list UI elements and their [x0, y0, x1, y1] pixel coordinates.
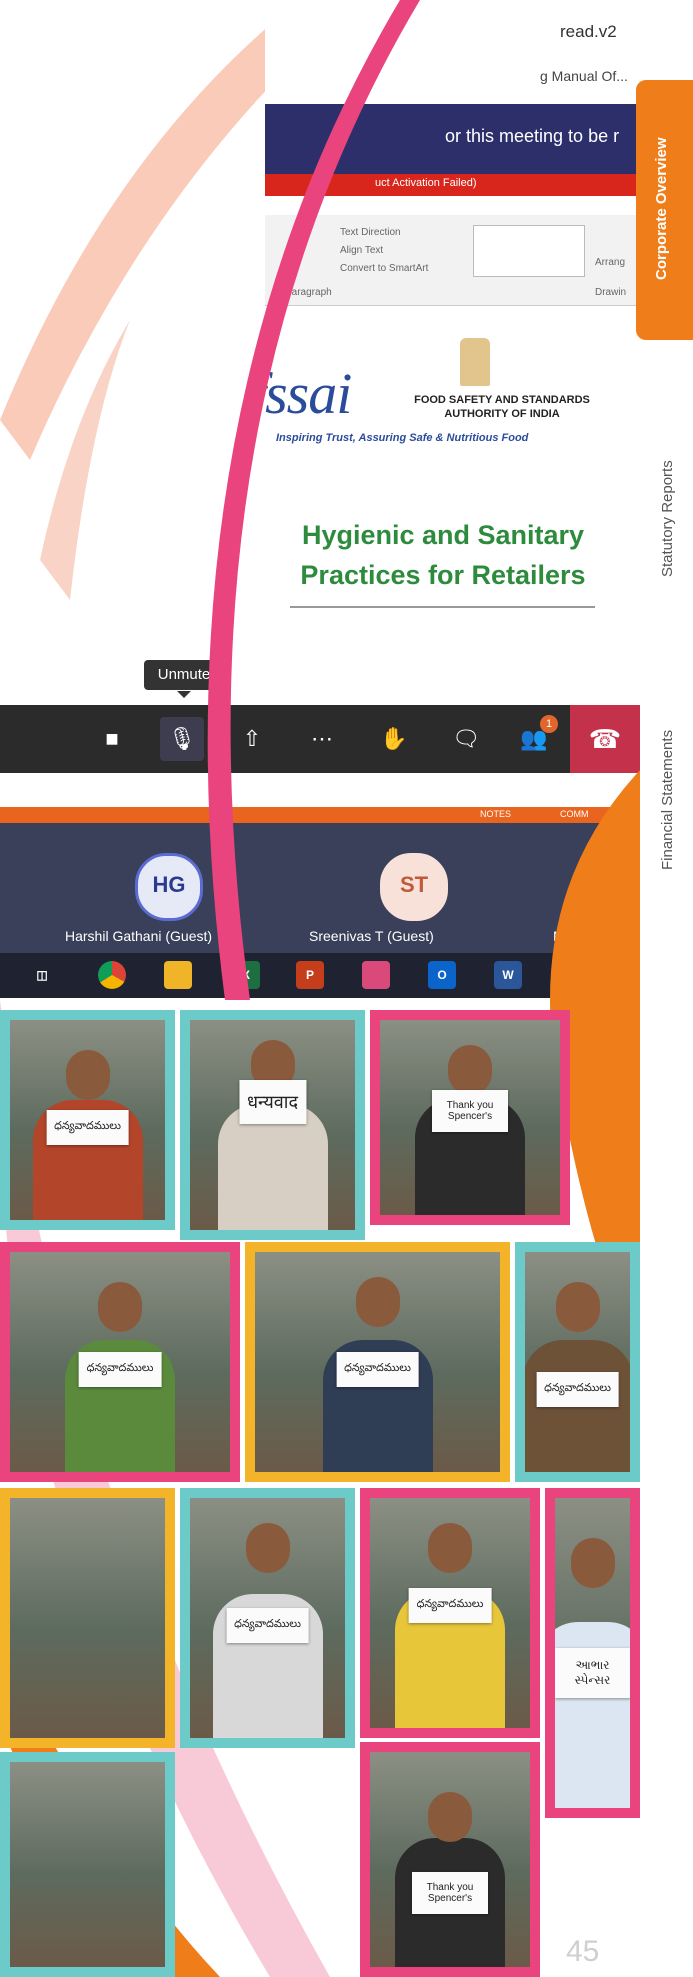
photo-frame: ధన్యవాదములు [180, 1488, 355, 1748]
head [355, 1277, 400, 1327]
photo: ధన్యవాదములు [190, 1498, 345, 1738]
nav-tab-financial-statements[interactable]: Financial Statements [659, 730, 676, 870]
thank-you-sign: આભાર સ્પેન્સર [555, 1648, 630, 1698]
photo: Thank you Spencer's [370, 1752, 530, 1967]
page-number: 45 [566, 1935, 600, 1968]
head [448, 1045, 492, 1095]
photo-frame: Thank you Spencer's [360, 1742, 540, 1977]
thank-you-sign: ధన్యవాదములు [78, 1352, 162, 1387]
nav-label-corporate-overview: Corporate Overview [653, 137, 670, 280]
thank-you-sign: ధన్యవాదములు [408, 1588, 492, 1623]
head [555, 1282, 600, 1332]
head [428, 1523, 472, 1573]
thank-you-collage: ధన్యవాదములు धन्यवाद Thank you Spencer's … [0, 1010, 640, 1977]
photo: धन्यवाद [190, 1020, 355, 1230]
thank-you-sign: ధన్యవాదములు [336, 1352, 419, 1387]
photo-frame: ధన్యవాదములు [0, 1242, 240, 1482]
photo: ధన్యవాదములు [10, 1252, 230, 1472]
photo-frame: Thank you Spencer's [370, 1010, 570, 1225]
photo: ధన్యవాదములు [525, 1252, 630, 1472]
photo-frame [0, 1752, 175, 1977]
nav-tab-statutory-reports[interactable]: Statutory Reports [659, 460, 676, 577]
thank-you-sign: धन्यवाद [238, 1080, 307, 1124]
photo [10, 1762, 165, 1967]
head [428, 1792, 472, 1842]
head [98, 1282, 142, 1332]
photo: ధన్యవాదములు [10, 1020, 165, 1220]
head [65, 1050, 110, 1100]
thank-you-sign: ధన్యవాదములు [46, 1110, 129, 1145]
photo-frame: ధన్యవాదములు [0, 1010, 175, 1230]
photo-frame: આભાર સ્પેન્સર [545, 1488, 640, 1818]
photo-frame: ధన్యవాదములు [360, 1488, 540, 1738]
thank-you-sign: Thank you Spencer's [412, 1872, 488, 1914]
head [570, 1538, 615, 1588]
thank-you-sign: ధన్యవాదములు [536, 1372, 619, 1407]
thank-you-sign: ధన్యవాదములు [226, 1608, 309, 1643]
photo-frame: ధన్యవాదములు [245, 1242, 510, 1482]
nav-tab-corporate-overview[interactable]: Corporate Overview [636, 80, 693, 340]
photo [10, 1498, 165, 1738]
head [245, 1523, 290, 1573]
photo: ధన్యవాదములు [370, 1498, 530, 1728]
photo: Thank you Spencer's [380, 1020, 560, 1215]
photo: ధన్యవాదములు [255, 1252, 500, 1472]
photo-frame: धन्यवाद [180, 1010, 365, 1240]
photo-frame: ధన్యవాదములు [515, 1242, 640, 1482]
photo: આભાર સ્પેન્સર [555, 1498, 630, 1808]
photo-frame [0, 1488, 175, 1748]
thank-you-sign: Thank you Spencer's [432, 1090, 508, 1132]
